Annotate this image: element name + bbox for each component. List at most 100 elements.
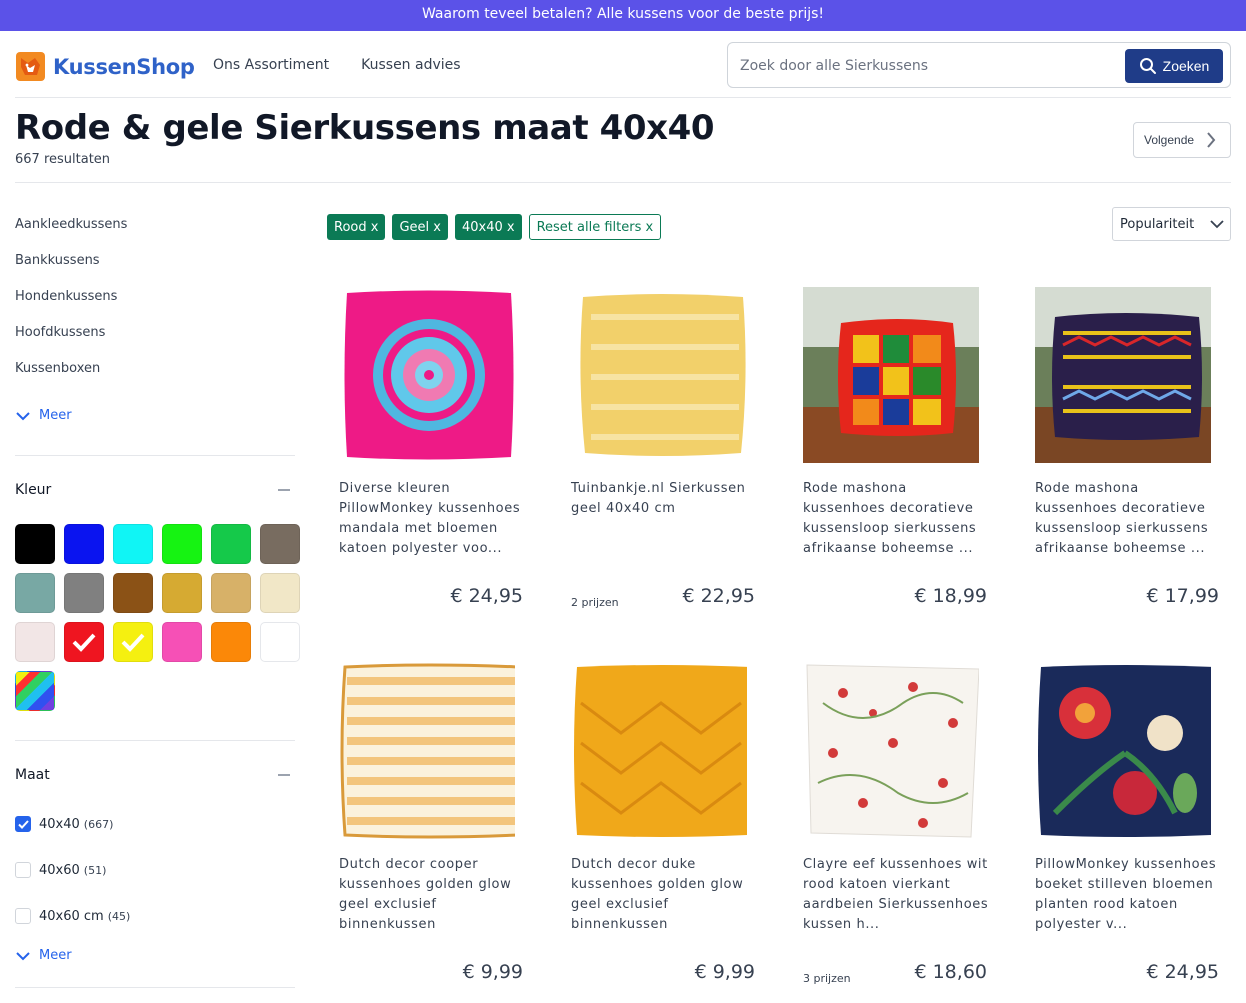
reset-filters-button[interactable]: Reset alle filters x xyxy=(528,214,662,240)
swatch-red[interactable] xyxy=(64,622,104,662)
swatch-light-pink[interactable] xyxy=(15,622,55,662)
swatch-black[interactable] xyxy=(15,524,55,564)
checkmark-icon xyxy=(121,633,145,652)
size-option-40x60[interactable]: 40x60 (51) xyxy=(15,862,106,878)
swatch-green[interactable] xyxy=(211,524,251,564)
next-button-label: Volgende xyxy=(1144,133,1195,147)
swatch-orange[interactable] xyxy=(211,622,251,662)
product-image[interactable] xyxy=(571,287,747,463)
swatch-yellow[interactable] xyxy=(113,622,153,662)
product-card[interactable]: Diverse kleuren PillowMonkey kussenhoes … xyxy=(339,287,539,617)
product-card[interactable]: Dutch decor duke kussenhoes golden glow … xyxy=(571,663,771,993)
price-count[interactable]: 2 prijzen xyxy=(571,596,619,609)
product-image[interactable] xyxy=(339,287,515,463)
product-price: € 18,60 xyxy=(914,961,987,983)
product-name[interactable]: Diverse kleuren PillowMonkey kussenhoes … xyxy=(339,479,529,559)
product-price: € 9,99 xyxy=(462,961,523,983)
swatch-multicolor[interactable] xyxy=(15,671,55,711)
sidebar-divider xyxy=(15,455,295,456)
swatch-white[interactable] xyxy=(260,622,300,662)
filter-chip-geel[interactable]: Geel x xyxy=(392,214,448,240)
product-card[interactable]: Rode mashona kussenhoes decoratieve kuss… xyxy=(803,287,1003,617)
product-card[interactable]: Rode mashona kussenhoes decoratieve kuss… xyxy=(1035,287,1235,617)
size-filter-title: Maat xyxy=(15,767,50,783)
product-image[interactable] xyxy=(803,663,979,839)
size-option-40x40[interactable]: 40x40 (667) xyxy=(15,816,113,832)
swatch-cream[interactable] xyxy=(260,573,300,613)
product-price: € 24,95 xyxy=(1146,961,1219,983)
swatch-sand[interactable] xyxy=(211,573,251,613)
size-count: (51) xyxy=(83,863,107,877)
swatch-sage[interactable] xyxy=(15,573,55,613)
filter-chip-rood[interactable]: Rood x xyxy=(327,214,386,240)
header-divider xyxy=(15,97,1231,98)
search-input[interactable] xyxy=(740,55,1110,77)
sizes-more-button[interactable]: Meer xyxy=(15,948,72,963)
chevron-down-icon xyxy=(16,951,30,960)
sidebar-item-aankleedkussens[interactable]: Aankleedkussens xyxy=(15,217,127,232)
sidebar-divider-3 xyxy=(15,987,295,988)
product-name[interactable]: PillowMonkey kussenhoes boeket stilleven… xyxy=(1035,855,1225,935)
search-button[interactable]: Zoeken xyxy=(1125,49,1223,83)
search-button-label: Zoeken xyxy=(1162,58,1210,74)
swatch-taupe[interactable] xyxy=(260,524,300,564)
collapse-color-icon[interactable] xyxy=(278,489,290,491)
product-image[interactable] xyxy=(803,287,979,463)
product-price: € 17,99 xyxy=(1146,585,1219,607)
search-icon xyxy=(1139,58,1156,74)
sidebar-item-hondenkussens[interactable]: Hondenkussens xyxy=(15,289,117,304)
product-name[interactable]: Dutch decor duke kussenhoes golden glow … xyxy=(571,855,761,935)
page-title: Rode & gele Sierkussens maat 40x40 xyxy=(15,108,715,148)
size-count: (667) xyxy=(83,817,114,831)
pillow-image-bouquet xyxy=(1035,663,1211,839)
sidebar-item-hoofdkussens[interactable]: Hoofdkussens xyxy=(15,325,105,340)
nav-assortiment[interactable]: Ons Assortiment xyxy=(213,57,329,73)
product-image[interactable] xyxy=(339,663,515,839)
product-name[interactable]: Tuinbankje.nl Sierkussen geel 40x40 cm xyxy=(571,479,761,519)
product-name[interactable]: Dutch decor cooper kussenhoes golden glo… xyxy=(339,855,529,935)
checkmark-icon xyxy=(17,819,29,829)
product-name[interactable]: Rode mashona kussenhoes decoratieve kuss… xyxy=(1035,479,1225,559)
nav-kussen-advies[interactable]: Kussen advies xyxy=(361,57,460,73)
product-card[interactable]: PillowMonkey kussenhoes boeket stilleven… xyxy=(1035,663,1235,993)
sort-select[interactable]: Populariteit xyxy=(1112,207,1231,241)
title-divider xyxy=(15,182,1231,183)
size-checkbox[interactable] xyxy=(15,816,31,832)
filter-chip-40x40[interactable]: 40x40 x xyxy=(454,214,522,240)
swatch-cyan[interactable] xyxy=(113,524,153,564)
swatch-lime[interactable] xyxy=(162,524,202,564)
chevron-down-icon xyxy=(16,411,30,420)
product-name[interactable]: Rode mashona kussenhoes decoratieve kuss… xyxy=(803,479,993,559)
categories-more-button[interactable]: Meer xyxy=(15,408,72,423)
sidebar-item-kussenboxen[interactable]: Kussenboxen xyxy=(15,361,100,376)
price-count[interactable]: 3 prijzen xyxy=(803,972,851,985)
swatch-blue[interactable] xyxy=(64,524,104,564)
pillow-image-gold-chevron xyxy=(571,663,747,839)
size-checkbox[interactable] xyxy=(15,862,31,878)
product-name[interactable]: Clayre eef kussenhoes wit rood katoen vi… xyxy=(803,855,993,935)
product-card[interactable]: Clayre eef kussenhoes wit rood katoen vi… xyxy=(803,663,1003,993)
next-button[interactable]: Volgende xyxy=(1133,122,1231,158)
pillow-image-yellow xyxy=(571,287,747,463)
sort-value: Populariteit xyxy=(1120,216,1195,232)
product-image[interactable] xyxy=(1035,287,1211,463)
swatch-brown[interactable] xyxy=(113,573,153,613)
size-option-40x60-cm[interactable]: 40x60 cm (45) xyxy=(15,908,130,924)
active-filters: Rood x Geel x 40x40 x Reset alle filters… xyxy=(327,214,662,240)
swatch-pink[interactable] xyxy=(162,622,202,662)
size-label: 40x40 xyxy=(39,816,80,832)
collapse-size-icon[interactable] xyxy=(278,774,290,776)
product-image[interactable] xyxy=(571,663,747,839)
promo-banner: Waarom teveel betalen? Alle kussens voor… xyxy=(0,0,1246,31)
logo[interactable]: KussenShop xyxy=(15,51,195,82)
chevron-down-icon xyxy=(1210,219,1224,228)
product-card[interactable]: Tuinbankje.nl Sierkussen geel 40x40 cm 2… xyxy=(571,287,771,617)
product-card[interactable]: Dutch decor cooper kussenhoes golden glo… xyxy=(339,663,539,993)
checkmark-icon xyxy=(72,633,96,652)
size-checkbox[interactable] xyxy=(15,908,31,924)
sidebar-item-bankkussens[interactable]: Bankkussens xyxy=(15,253,100,268)
product-image[interactable] xyxy=(1035,663,1211,839)
size-count: (45) xyxy=(107,909,131,923)
swatch-grey[interactable] xyxy=(64,573,104,613)
swatch-gold[interactable] xyxy=(162,573,202,613)
